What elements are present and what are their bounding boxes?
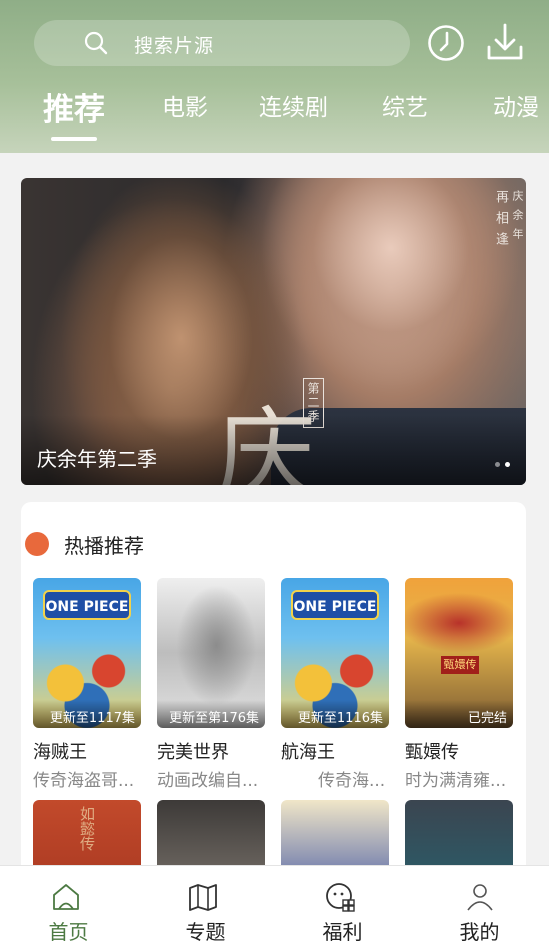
item-subtitle: 传奇海... <box>318 771 386 791</box>
category-tabs: 推荐 电影 连续剧 综艺 动漫 <box>0 78 549 148</box>
nav-label: 我的 <box>459 920 500 944</box>
map-icon <box>189 884 217 911</box>
hot-section: 热播推荐 ONE PIECE 更新至1117集 海贼王 传奇海盗哥... 更新至… <box>21 502 526 950</box>
tab-movies[interactable]: 电影 <box>162 88 208 122</box>
tab-series[interactable]: 连续剧 <box>259 88 328 122</box>
bottom-nav: 首页 专题 福利 我的 <box>0 865 549 952</box>
active-tab-indicator <box>51 137 97 141</box>
nav-label: 福利 <box>322 920 363 944</box>
tab-variety[interactable]: 综艺 <box>382 88 428 122</box>
poster-one-piece[interactable]: ONE PIECE 更新至1117集 <box>33 578 141 728</box>
search-icon <box>84 31 108 55</box>
top-header: 搜索片源 推荐 电影 连续剧 综艺 动漫 <box>0 0 549 153</box>
gift-face-icon <box>326 883 355 912</box>
episode-badge: 更新至1117集 <box>33 700 141 728</box>
banner-pagination <box>490 452 510 471</box>
hero-banner[interactable]: 庆 第二季 再相逢 庆余年 庆余年第二季 <box>21 178 526 485</box>
poster-text: 如懿传 <box>78 806 96 851</box>
user-icon <box>467 884 493 911</box>
pagination-dot-active[interactable] <box>505 462 510 467</box>
item-title[interactable]: 航海王 <box>281 738 335 764</box>
poster-perfect-world[interactable]: 更新至第176集 <box>157 578 265 728</box>
poster-empresses[interactable]: 甄嬛传 已完结 <box>405 578 513 728</box>
episode-badge: 更新至第176集 <box>157 700 265 728</box>
search-placeholder: 搜索片源 <box>134 35 215 57</box>
nav-label: 首页 <box>48 920 89 944</box>
tab-recommend[interactable]: 推荐 <box>43 84 105 129</box>
banner-vertical-text-1: 再相逢 <box>493 190 508 253</box>
episode-badge: 更新至1116集 <box>281 700 389 728</box>
status-badge: 已完结 <box>405 700 513 728</box>
poster-logo: ONE PIECE <box>291 590 379 620</box>
download-icon[interactable] <box>486 22 524 62</box>
poster-sign: 甄嬛传 <box>441 656 479 674</box>
history-icon[interactable] <box>427 24 465 62</box>
section-marker-icon <box>25 532 49 556</box>
poster-logo: ONE PIECE <box>43 590 131 620</box>
nav-home[interactable]: 首页 <box>0 866 137 952</box>
section-title: 热播推荐 <box>64 534 144 558</box>
nav-label: 专题 <box>185 920 226 944</box>
home-icon <box>53 884 79 910</box>
nav-topics[interactable]: 专题 <box>137 866 274 952</box>
banner-title: 庆余年第二季 <box>37 447 157 471</box>
pagination-dot[interactable] <box>495 462 500 467</box>
nav-profile[interactable]: 我的 <box>411 866 548 952</box>
search-bar[interactable]: 搜索片源 <box>34 20 410 66</box>
item-title[interactable]: 完美世界 <box>157 738 229 764</box>
item-subtitle: 动画改编自... <box>157 771 259 791</box>
item-subtitle: 时为满清雍... <box>405 771 507 791</box>
item-title[interactable]: 海贼王 <box>33 738 87 764</box>
item-subtitle: 传奇海盗哥... <box>33 771 135 791</box>
banner-vertical-text-2: 庆余年 <box>511 190 524 247</box>
poster-one-piece-alt[interactable]: ONE PIECE 更新至1116集 <box>281 578 389 728</box>
tab-anime[interactable]: 动漫 <box>493 88 539 122</box>
nav-benefits[interactable]: 福利 <box>274 866 411 952</box>
item-title[interactable]: 甄嬛传 <box>405 738 459 764</box>
